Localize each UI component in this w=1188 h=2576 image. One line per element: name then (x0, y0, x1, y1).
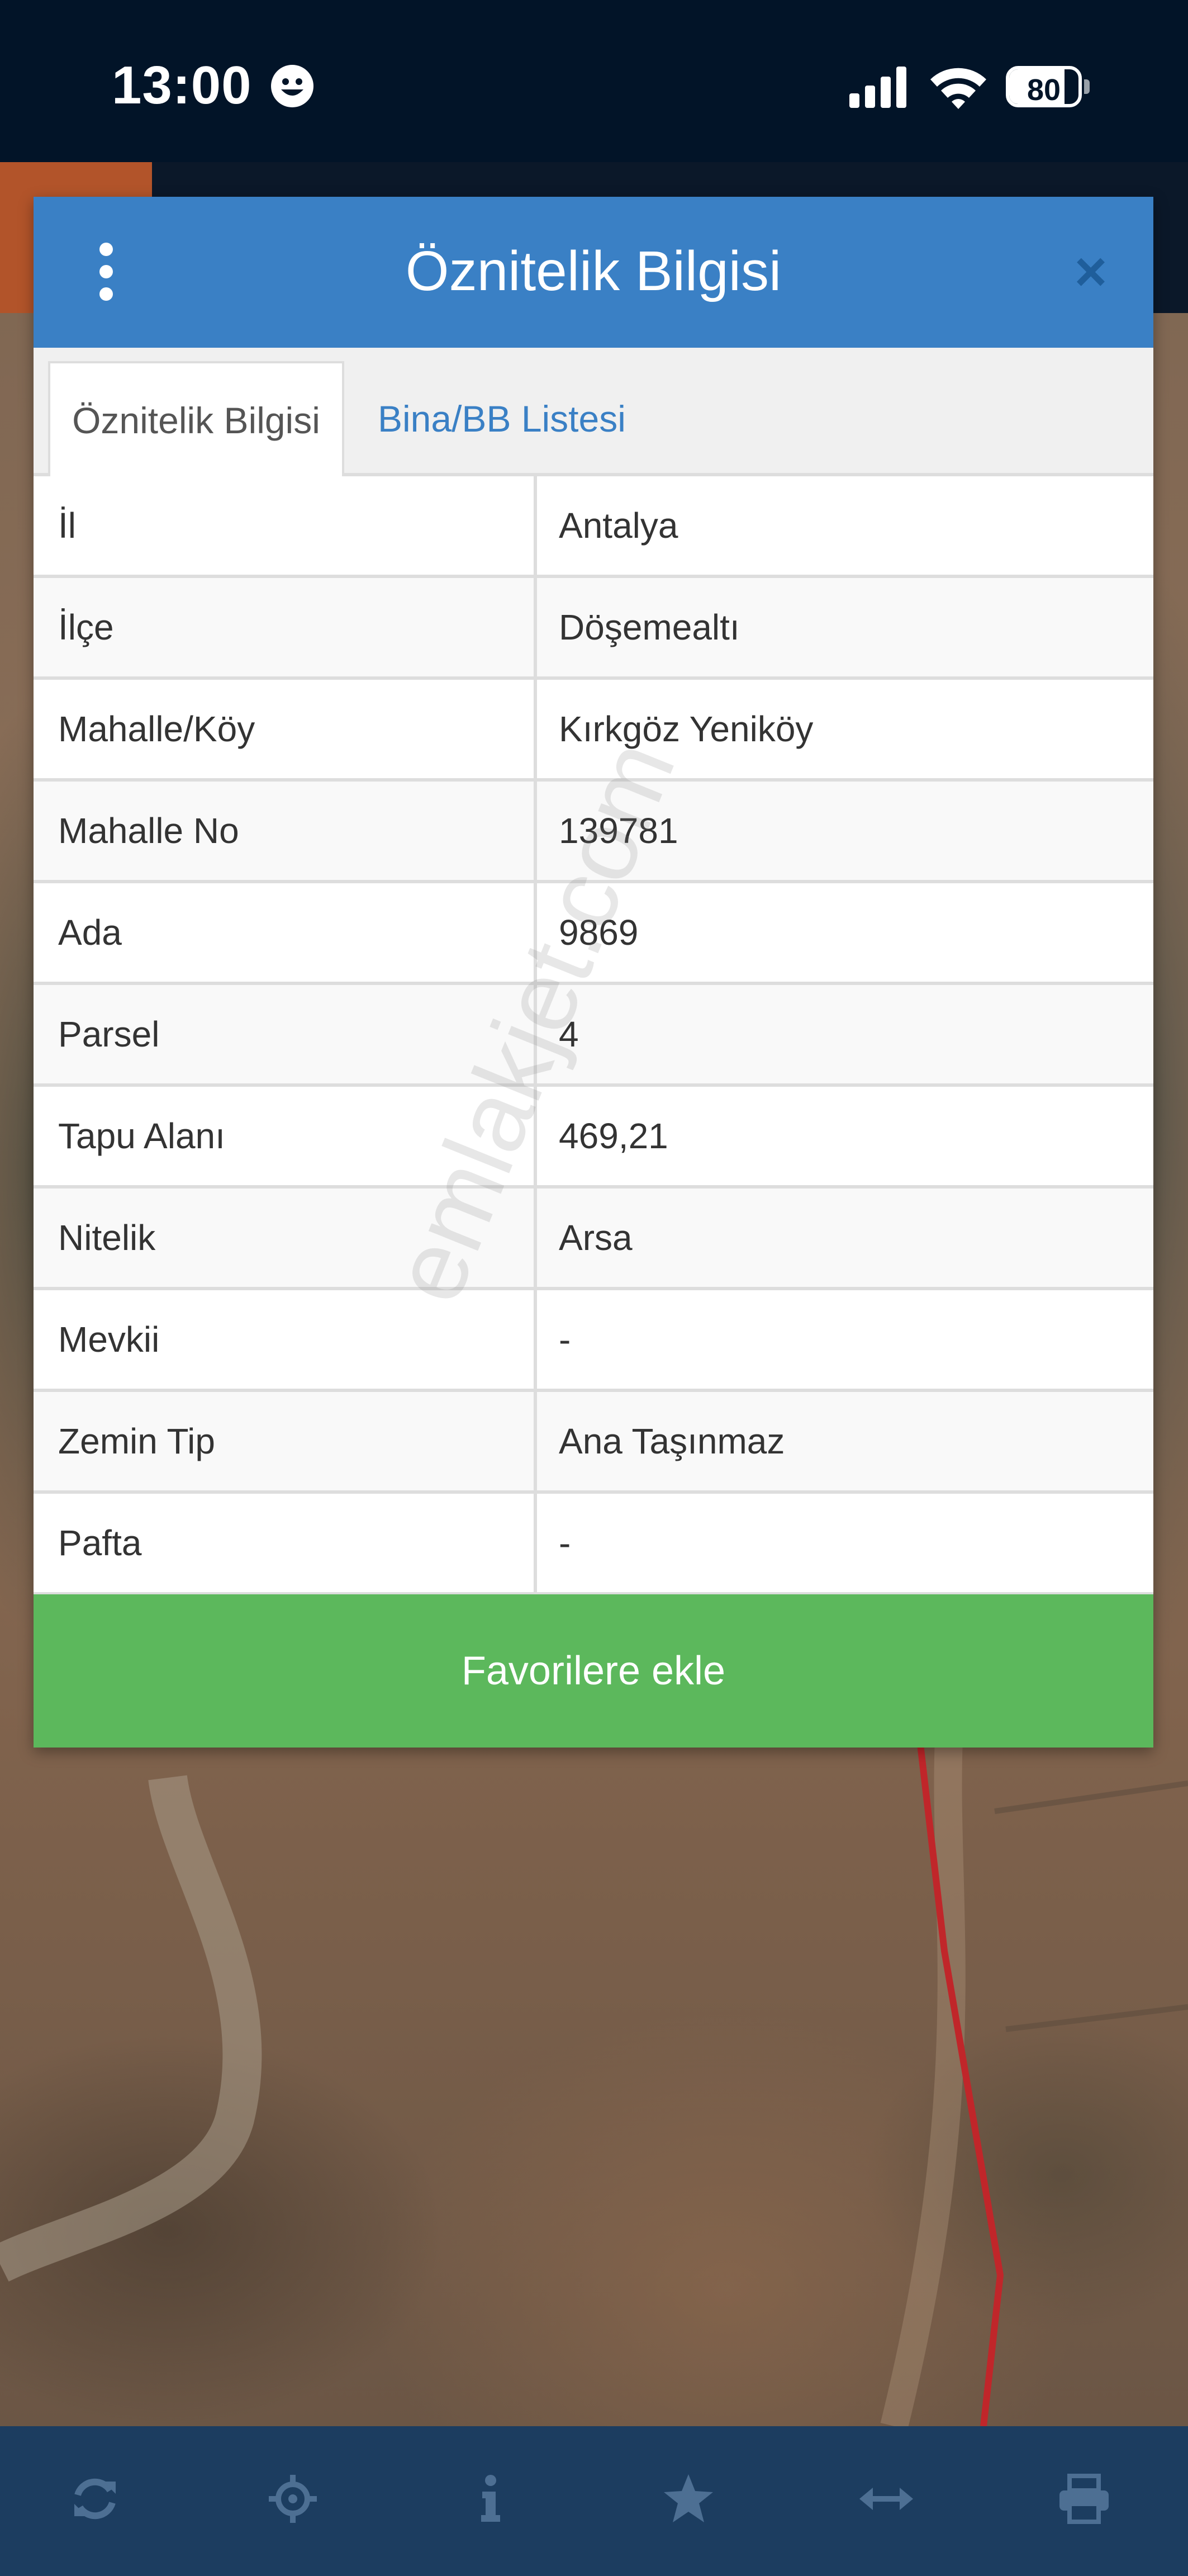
add-to-favorites-button[interactable]: Favorilere ekle (34, 1594, 1153, 1748)
row-label: Mahalle No (58, 811, 239, 851)
table-row: Nitelik Arsa (34, 1188, 1153, 1290)
row-value: Antalya (559, 505, 678, 546)
close-icon[interactable]: × (1068, 244, 1113, 300)
table-row: İl Antalya (34, 476, 1153, 578)
status-time: 13:00 (112, 55, 252, 115)
road-path (0, 1775, 262, 2282)
wifi-icon (930, 68, 986, 109)
row-label: İl (58, 505, 76, 546)
column-divider (534, 1494, 537, 1592)
table-row: Mevkii - (34, 1290, 1153, 1392)
row-label: Mevkii (58, 1319, 160, 1360)
table-row: Tapu Alanı 469,21 (34, 1087, 1153, 1188)
locate-button[interactable] (259, 2465, 326, 2532)
row-label: Ada (58, 912, 122, 953)
column-divider (534, 1290, 537, 1389)
battery-icon: 80 (1006, 66, 1082, 107)
column-divider (534, 680, 537, 778)
row-value: - (559, 1319, 571, 1360)
info-button[interactable] (457, 2465, 524, 2532)
tab-attribute-info[interactable]: Öznitelik Bilgisi (48, 361, 344, 480)
bottom-toolbar (0, 2426, 1188, 2576)
cellular-signal-icon (849, 67, 906, 108)
row-value: Ana Taşınmaz (559, 1421, 785, 1461)
row-label: Pafta (58, 1523, 142, 1563)
field-edges (994, 1781, 1188, 2032)
column-divider (534, 1188, 537, 1287)
table-row: Zemin Tip Ana Taşınmaz (34, 1392, 1153, 1494)
print-button[interactable] (1051, 2465, 1118, 2532)
column-divider (534, 1392, 537, 1490)
table-row: Pafta - (34, 1494, 1153, 1595)
measure-button[interactable] (853, 2465, 920, 2532)
refresh-button[interactable] (61, 2465, 129, 2532)
crosshair-icon (269, 2475, 317, 2523)
row-label: Tapu Alanı (58, 1116, 225, 1156)
column-divider (534, 578, 537, 676)
column-divider (534, 476, 537, 575)
row-value: Arsa (559, 1218, 633, 1258)
print-icon (1059, 2474, 1109, 2524)
table-row: İlçe Döşemealtı (34, 578, 1153, 680)
row-value: 469,21 (559, 1116, 668, 1156)
row-label: Nitelik (58, 1218, 156, 1258)
dirt-track (880, 1715, 966, 2426)
info-icon (481, 2475, 500, 2522)
row-value: Döşemealtı (559, 607, 740, 647)
battery-level: 80 (1027, 73, 1061, 107)
tab-building-list[interactable]: Bina/BB Listesi (378, 361, 626, 476)
row-value: - (559, 1523, 571, 1563)
smiley-icon (271, 65, 313, 107)
row-label: İlçe (58, 607, 114, 647)
measure-icon (859, 2488, 913, 2510)
tab-bar: Öznitelik Bilgisi Bina/BB Listesi (34, 348, 1153, 480)
refresh-icon (74, 2478, 116, 2520)
battery-tip (1084, 79, 1090, 94)
dialog-header: Öznitelik Bilgisi × (34, 197, 1153, 348)
star-icon (664, 2474, 713, 2522)
status-bar: 13:00 80 (0, 0, 1188, 162)
dialog-title: Öznitelik Bilgisi (405, 240, 782, 302)
row-label: Zemin Tip (58, 1421, 215, 1461)
row-label: Mahalle/Köy (58, 709, 255, 749)
row-label: Parsel (58, 1014, 160, 1054)
favorites-button[interactable] (655, 2465, 722, 2532)
